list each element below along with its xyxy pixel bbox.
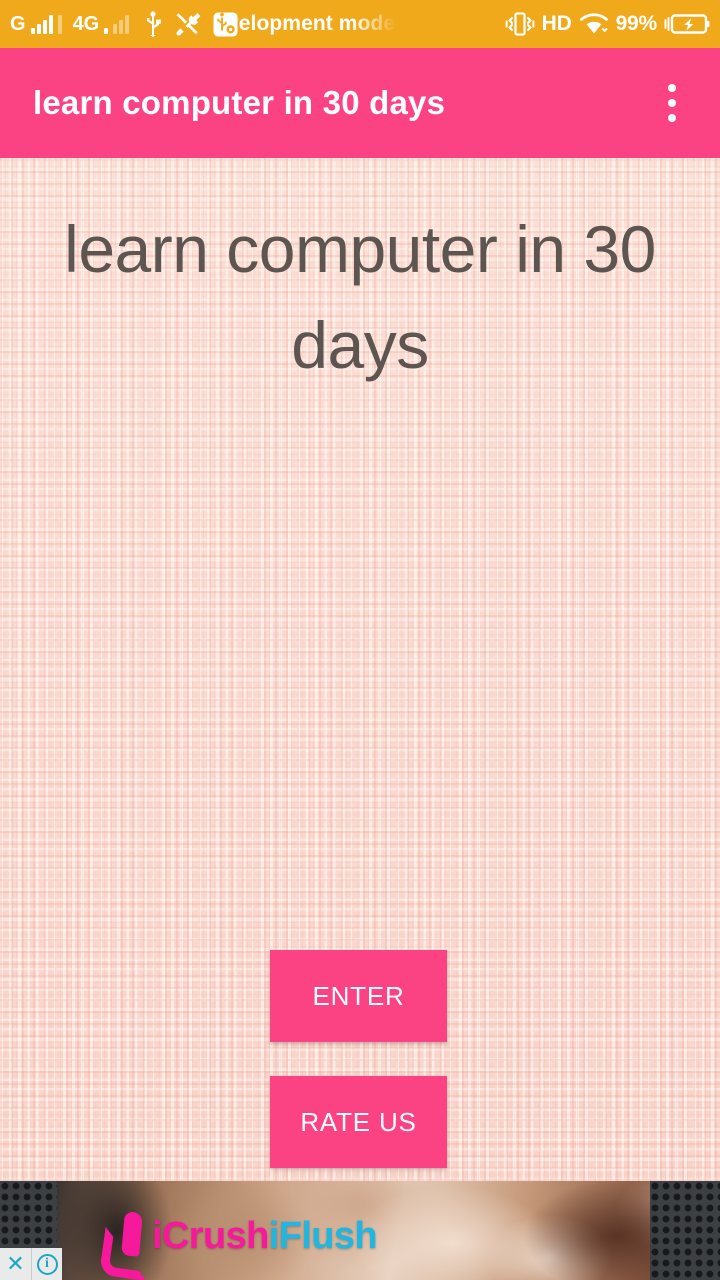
signal-strength-icon-2	[104, 14, 109, 34]
network-type-4g-label: 4G	[72, 13, 100, 35]
page-title: learn computer in 30 days	[64, 212, 656, 382]
app-bar: learn computer in 30 days	[0, 48, 720, 158]
ad-mesh-right	[650, 1181, 720, 1280]
ad-brand-name-part2: iFlush	[268, 1214, 378, 1257]
network-type-g-label: G	[10, 13, 26, 35]
ad-close-icon[interactable]: ✕	[0, 1248, 31, 1280]
vibrate-icon	[505, 12, 535, 36]
overflow-menu-icon[interactable]	[650, 79, 694, 127]
signal-strength-icon-1	[30, 14, 53, 34]
ad-controls: ✕ i	[0, 1248, 62, 1280]
ad-brand-logo: iCrush iFlush	[96, 1210, 378, 1262]
wifi-icon	[579, 12, 608, 33]
battery-charging-icon	[664, 14, 710, 34]
ad-logo-mark-icon	[96, 1210, 150, 1262]
status-bar-left-group: G 4G	[10, 11, 238, 37]
status-bar: G 4G elopment mode HD 99%	[0, 0, 720, 48]
usb-icon	[147, 11, 162, 37]
main-content: learn computer in 30 days ENTER RATE US	[0, 158, 720, 1181]
ad-banner[interactable]: iCrush iFlush ✕ i	[0, 1181, 720, 1280]
battery-percent-label: 99%	[615, 12, 658, 35]
ad-info-icon[interactable]: i	[31, 1248, 62, 1280]
rate-us-button[interactable]: RATE US	[270, 1076, 447, 1168]
app-screen: G 4G elopment mode HD 99% learn computer…	[0, 0, 720, 1280]
signal-strength-icon-2-secondary	[113, 14, 130, 34]
enter-button[interactable]: ENTER	[270, 950, 447, 1042]
developer-tools-icon	[176, 13, 201, 36]
ad-brand-name-part1: iCrush	[152, 1214, 269, 1257]
usb-debugging-icon	[213, 12, 238, 36]
signal-strength-icon-1-secondary	[57, 14, 62, 34]
status-bar-ticker: development mode	[238, 0, 504, 48]
ad-info-glyph: i	[36, 1253, 58, 1275]
development-mode-text: development mode	[238, 12, 396, 35]
hd-label: HD	[541, 12, 572, 35]
status-bar-right-group: HD 99%	[505, 11, 710, 37]
app-bar-title: learn computer in 30 days	[33, 84, 446, 121]
